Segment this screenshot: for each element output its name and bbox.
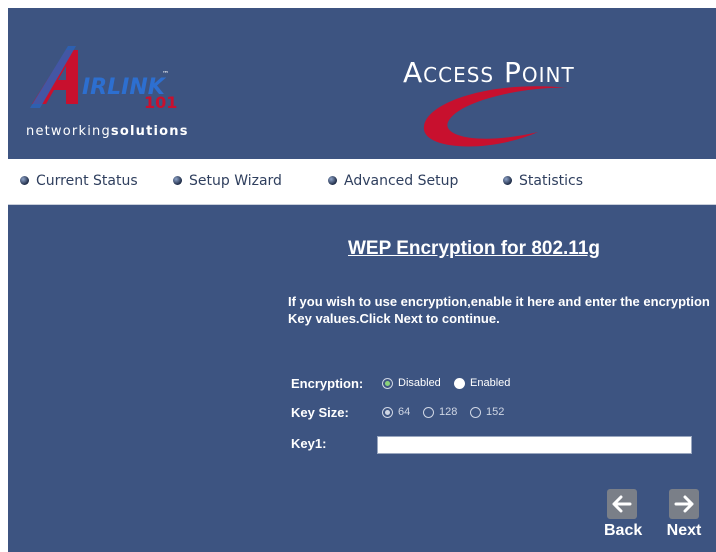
nav-item-advanced-setup[interactable]: Advanced Setup: [328, 159, 458, 204]
top-nav: Current Status Setup Wizard Advanced Set…: [8, 159, 716, 205]
radio-selected-icon: [382, 377, 393, 389]
brand-tagline: networkingsolutions: [26, 124, 189, 139]
main-content: WEP Encryption for 802.11g If you wish t…: [8, 205, 716, 552]
nav-item-label: Current Status: [36, 173, 138, 189]
radio-icon: [423, 406, 434, 418]
arrow-right-icon: [669, 489, 699, 519]
nav-item-label: Statistics: [519, 173, 583, 189]
key1-label: Key1:: [291, 436, 327, 451]
product-title: Access Point: [403, 56, 575, 89]
back-label: Back: [604, 522, 643, 539]
radio-selected-icon: [382, 406, 393, 418]
back-button[interactable]: Back: [604, 489, 643, 540]
header-banner: IRLINK ™ 101 networkingsolutions Access …: [8, 8, 716, 159]
svg-text:™: ™: [162, 70, 169, 78]
airlink-logo-graphic: IRLINK ™ 101: [30, 46, 177, 112]
encryption-enabled-radio[interactable]: Enabled: [454, 377, 510, 389]
key-size-label: Key Size:: [291, 405, 349, 420]
key1-input[interactable]: [377, 436, 692, 454]
encryption-disabled-radio[interactable]: Disabled: [382, 377, 441, 389]
tagline-bold: solutions: [110, 124, 189, 139]
intro-text: If you wish to use encryption,enable it …: [288, 294, 710, 326]
option-label: 128: [439, 406, 458, 418]
next-label: Next: [666, 522, 702, 539]
next-button[interactable]: Next: [666, 489, 702, 540]
svg-text:101: 101: [144, 93, 177, 112]
option-label: 152: [486, 406, 505, 418]
option-label: Disabled: [398, 377, 441, 389]
encryption-label: Encryption:: [291, 376, 364, 391]
tagline-regular: networking: [26, 124, 111, 139]
key-size-128-radio[interactable]: 128: [423, 406, 457, 418]
page-title: WEP Encryption for 802.11g: [348, 238, 601, 259]
nav-item-label: Advanced Setup: [344, 173, 459, 189]
nav-item-statistics[interactable]: Statistics: [503, 159, 583, 204]
bullet-icon: [328, 176, 337, 185]
option-label: 64: [398, 406, 411, 418]
option-label: Enabled: [470, 377, 511, 389]
arrow-left-icon: [607, 489, 637, 519]
bullet-icon: [503, 176, 512, 185]
bullet-icon: [173, 176, 182, 185]
nav-item-current-status[interactable]: Current Status: [20, 159, 138, 204]
nav-item-setup-wizard[interactable]: Setup Wizard: [173, 159, 282, 204]
radio-icon: [454, 377, 465, 389]
bullet-icon: [20, 176, 29, 185]
app-window: IRLINK ™ 101 networkingsolutions Access …: [8, 8, 716, 552]
key-size-64-radio[interactable]: 64: [382, 406, 410, 418]
nav-item-label: Setup Wizard: [189, 173, 282, 189]
key-size-152-radio[interactable]: 152: [470, 406, 504, 418]
radio-icon: [470, 406, 481, 418]
